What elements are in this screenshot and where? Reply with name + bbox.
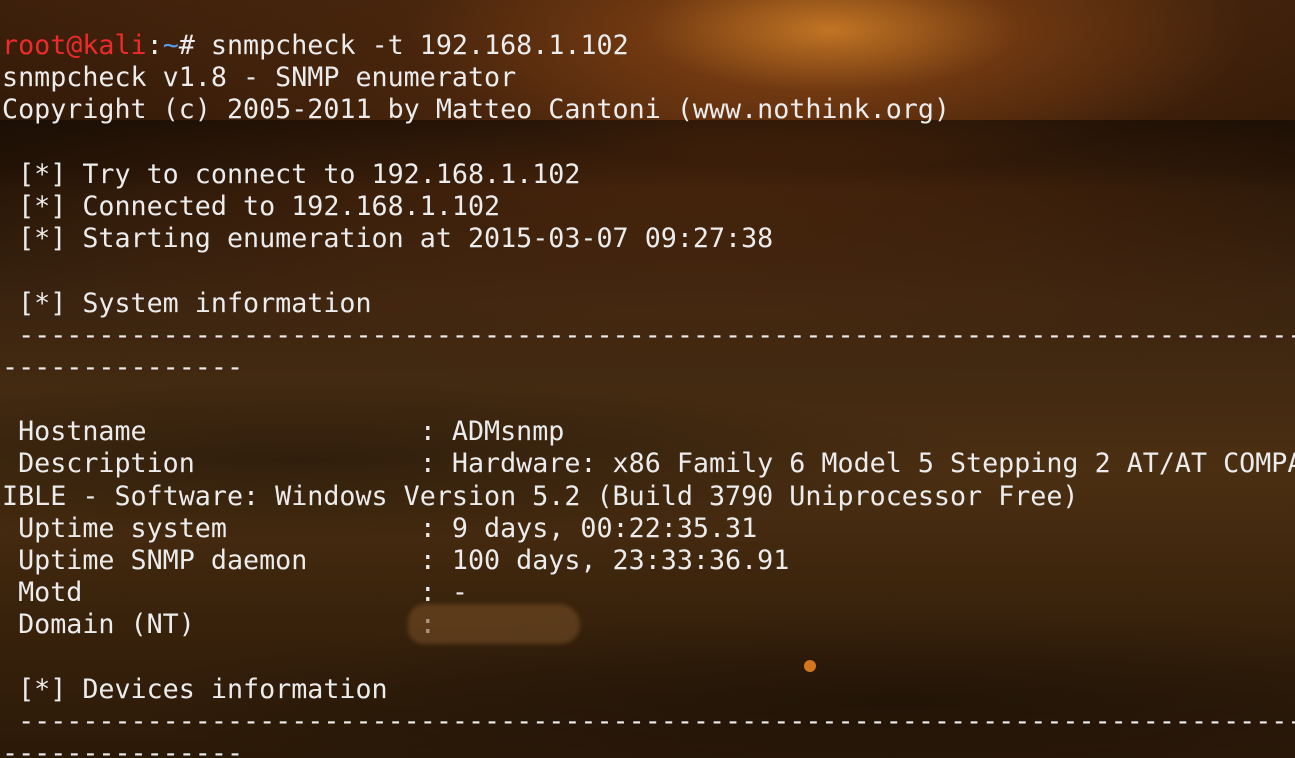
- uptime-snmp-row: Uptime SNMP daemon : 100 days, 23:33:36.…: [2, 545, 790, 576]
- terminal-window[interactable]: root@kali:~# snmpcheck -t 192.168.1.102 s…: [0, 0, 1295, 758]
- command-prompt-line: root@kali:~# snmpcheck -t 192.168.1.102: [2, 30, 1295, 62]
- description-row-wrap: IBLE - Software: Windows Version 5.2 (Bu…: [2, 480, 1079, 512]
- prompt-path: ~: [162, 30, 179, 61]
- motd-row: Motd : -: [2, 577, 468, 609]
- section-separator-wrap: ---------------: [2, 738, 244, 758]
- uptime-system-row: Uptime system : 9 days, 00:22:35.31: [2, 512, 758, 544]
- domain-row: Domain (NT) :: [2, 609, 452, 641]
- status-line-connect: [*] Try to connect to 192.168.1.102: [2, 158, 581, 190]
- system-section-header: [*] System information: [2, 287, 372, 319]
- banner-title: snmpcheck v1.8 - SNMP enumerator: [2, 62, 517, 94]
- terminal-output: root@kali:~# snmpcheck -t 192.168.1.102 s…: [2, 30, 1295, 758]
- section-separator: ----------------------------------------…: [2, 705, 1295, 737]
- devices-section-header: [*] Devices information: [2, 673, 388, 705]
- prompt-separator: :: [146, 30, 163, 61]
- status-line-connected: [*] Connected to 192.168.1.102: [2, 190, 501, 222]
- hostname-row: Hostname : ADMsnmp: [2, 416, 565, 448]
- banner-copyright: Copyright (c) 2005-2011 by Matteo Canton…: [2, 94, 950, 126]
- status-line-start: [*] Starting enumeration at 2015-03-07 0…: [2, 223, 774, 255]
- prompt-symbol: #: [178, 30, 211, 61]
- section-separator: ----------------------------------------…: [2, 319, 1295, 351]
- section-separator-wrap: ---------------: [2, 351, 244, 383]
- prompt-user-host: root@kali: [2, 30, 147, 61]
- description-row: Description : Hardware: x86 Family 6 Mod…: [2, 448, 1295, 480]
- redacted-domain-value: [408, 604, 580, 644]
- command-text: snmpcheck -t 192.168.1.102: [210, 30, 629, 61]
